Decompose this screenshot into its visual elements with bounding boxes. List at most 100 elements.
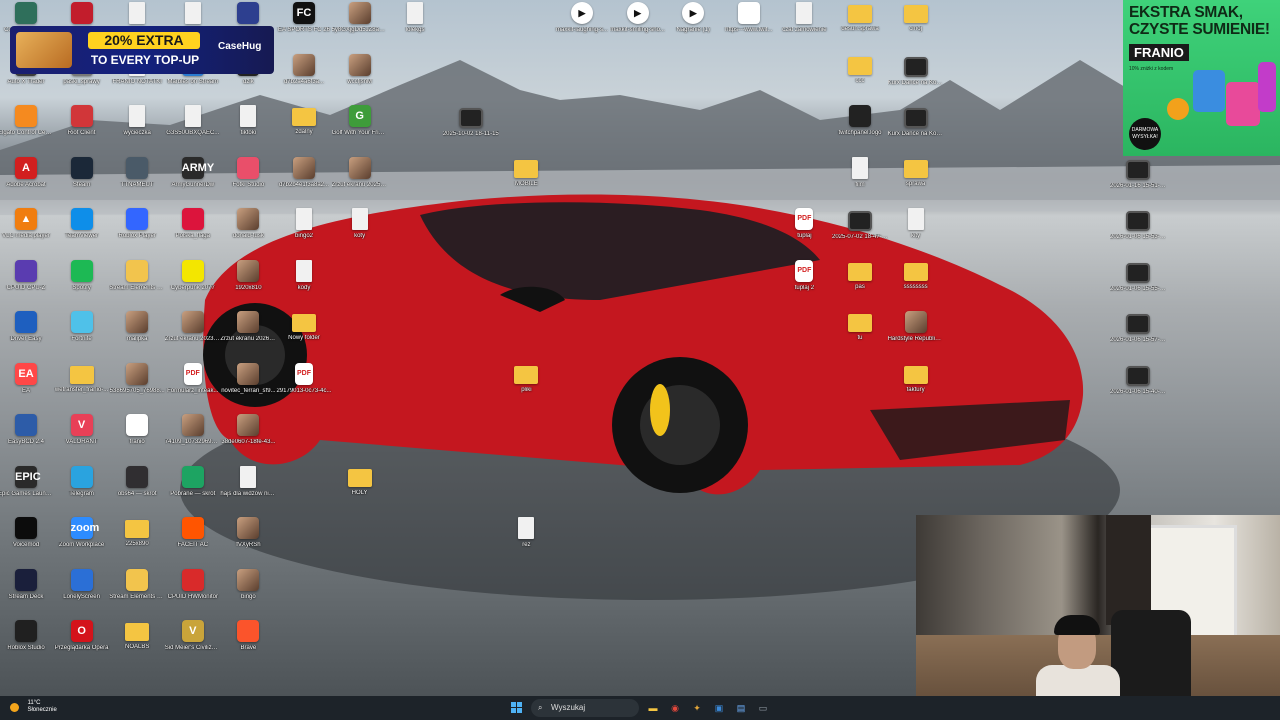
- terminal-taskbar-button[interactable]: ▣: [711, 700, 727, 716]
- desktop-icon[interactable]: 38de0607-18fe-43...: [220, 414, 276, 466]
- desktop-icon[interactable]: Fotki Studio: [220, 156, 276, 209]
- desktop-icon[interactable]: Stream Elements SE.Live: [109, 259, 165, 312]
- desktop-icon[interactable]: Roblox Player: [109, 208, 165, 260]
- desktop-icon[interactable]: Zrzut ekranu 2025-01-19 021722: [332, 156, 388, 209]
- desktop-icon[interactable]: 225x890: [109, 517, 165, 569]
- desktop-icon[interactable]: czat zamowienie: [776, 2, 832, 54]
- desktop-icon[interactable]: 2026-01-16 15-51-29: [1110, 157, 1166, 209]
- desktop-icon[interactable]: 538695705_76988...: [109, 362, 165, 415]
- desktop-icon[interactable]: 2026-01-06 15-53-43: [1110, 208, 1166, 260]
- desktop-icon[interactable]: 2025-07-02 18-47-41: [832, 208, 888, 260]
- desktop-icon[interactable]: CPUID HWMonitor: [165, 568, 221, 621]
- desktop-icon[interactable]: 2025-10-02 18-11-15: [443, 105, 499, 157]
- desktop-icon[interactable]: twitchpanel.logo: [832, 105, 888, 157]
- desktop-icon[interactable]: PDF tuplaj: [776, 208, 832, 260]
- desktop-icon[interactable]: kody: [276, 259, 332, 312]
- desktop-icon[interactable]: desun.sprawa: [832, 2, 888, 54]
- desktop-icon[interactable]: d7b2b4e1f3a8a2...: [276, 156, 332, 209]
- start-button[interactable]: [511, 702, 523, 714]
- desktop-icon[interactable]: A Adobe Acrobat: [0, 156, 54, 209]
- notes-taskbar-button[interactable]: ▤: [733, 700, 749, 716]
- desktop-icon[interactable]: Kurx Dance na Koncie (mark...): [888, 105, 944, 157]
- file-explorer-taskbar-button[interactable]: ▬: [645, 700, 661, 716]
- desktop-icon[interactable]: koty: [332, 208, 388, 260]
- desktop-icon[interactable]: Zrzut ekranu 2023-12-18 205224: [165, 311, 221, 363]
- desktop-icon[interactable]: 2026-01-06 15-55-25: [1110, 260, 1166, 312]
- desktop-icon[interactable]: PDF 29179013-0c73-4c...: [276, 362, 332, 415]
- franio-ad-banner[interactable]: EKSTRA SMAK, CZYSTE SUMIENIE! FRANIO 10%…: [1123, 0, 1280, 156]
- desktop-icon[interactable]: 1920x810: [220, 259, 276, 312]
- desktop-icon[interactable]: G3S50UBXQAEC...: [165, 105, 221, 157]
- desktop-icon[interactable]: PDF tuplaj 2: [776, 259, 832, 312]
- desktop-icon[interactable]: 74109_1073296993...: [165, 414, 221, 466]
- desktop-icon[interactable]: V Sid Meier's Civilization V: [165, 620, 221, 672]
- desktop-icon[interactable]: bingo: [220, 568, 276, 621]
- desktop-icon[interactable]: ssssssss: [888, 260, 944, 312]
- desktop-icon[interactable]: ▲ VLC media player: [0, 208, 54, 260]
- desktop-icon[interactable]: EA EA: [0, 362, 54, 415]
- desktop-icon[interactable]: Stream Elements SE.Live: [109, 568, 165, 621]
- desktop-icon[interactable]: Elgato Control Center: [0, 105, 54, 157]
- desktop-icon[interactable]: ▶ maxkit-laughing-s...: [554, 2, 610, 54]
- desktop-icon[interactable]: Steam: [54, 156, 110, 209]
- desktop-icon[interactable]: franio: [109, 414, 165, 466]
- desktop-icon[interactable]: PDF Formularz_inteak...: [165, 362, 221, 415]
- desktop-icon[interactable]: MOBILE: [498, 157, 554, 209]
- desktop-icon[interactable]: EasyBCD 2.4: [0, 414, 54, 466]
- desktop-icon[interactable]: kity: [888, 208, 944, 260]
- desktop-icon[interactable]: ▶ Nagranie (1): [665, 2, 721, 54]
- monitor-taskbar-button[interactable]: ▭: [755, 700, 771, 716]
- desktop-icon[interactable]: faktury: [888, 363, 944, 415]
- desktop-icon[interactable]: film: [832, 156, 888, 209]
- desktop-icon[interactable]: Roblox Studio: [0, 620, 54, 672]
- desktop-icon[interactable]: tiktoki: [220, 105, 276, 157]
- desktop-icon[interactable]: malipka: [109, 311, 165, 363]
- desktop-icon[interactable]: wycieczka: [109, 105, 165, 157]
- desktop-icon[interactable]: Cyberpunk 2077: [165, 259, 221, 312]
- taskbar-search[interactable]: ⌕ Wyszukaj: [531, 699, 639, 717]
- desktop-icon[interactable]: 5y8GXjgDd5JZ8aS...: [332, 2, 388, 54]
- desktop-icon[interactable]: Pobrane — skrót: [165, 465, 221, 518]
- desktop-icon[interactable]: wccfjsnM: [332, 53, 388, 106]
- casehug-ad-banner[interactable]: 20% EXTRA TO EVERY TOP-UP CaseHug: [10, 26, 274, 74]
- desktop-icon[interactable]: ▶ maxkit-smiling-sho...: [610, 2, 666, 54]
- desktop-icon[interactable]: 2026-01-06 15-40-13: [1110, 363, 1166, 415]
- desktop-icon[interactable]: zdalny: [276, 105, 332, 157]
- desktop-icon[interactable]: fVXyRSh: [220, 517, 276, 569]
- desktop-icon[interactable]: V VALORANT: [54, 414, 110, 466]
- desktop-icon[interactable]: FACEIT AC: [165, 517, 221, 569]
- desktop-icon[interactable]: HOLY: [332, 466, 388, 518]
- weather-widget[interactable]: 11°C Słonecznie: [10, 700, 57, 718]
- desktop-icon[interactable]: https---www.twit...: [721, 2, 777, 54]
- desktop-icon[interactable]: sprawa: [888, 157, 944, 209]
- desktop-icon[interactable]: Telegram: [54, 465, 110, 518]
- desktop-icon[interactable]: Riot Client: [54, 105, 110, 157]
- desktop-icon[interactable]: lolekgs: [387, 2, 443, 54]
- desktop-icon[interactable]: Voicemod: [0, 517, 54, 569]
- desktop-icon[interactable]: Fortnite: [54, 311, 110, 363]
- desktop-icon[interactable]: Hardstyle Republic Nervarien - One day: [888, 311, 944, 363]
- desktop-icon[interactable]: Stream Deck: [0, 568, 54, 621]
- desktop-icon[interactable]: Driver Easy: [0, 311, 54, 363]
- desktop-icon[interactable]: Kurx Dance na Koncie: [888, 54, 944, 106]
- desktop-icon[interactable]: G Golf With Your Friends: [332, 105, 388, 157]
- desktop-icon[interactable]: pas: [832, 260, 888, 312]
- app-taskbar-button[interactable]: ✦: [689, 700, 705, 716]
- desktop-icon[interactable]: donald-tusk: [220, 208, 276, 260]
- desktop-icon[interactable]: ccc: [832, 54, 888, 106]
- desktop-icon[interactable]: novitec_ferrari_sf9...: [220, 362, 276, 415]
- desktop-icon[interactable]: ARMY ArmyGunnerDw: [165, 156, 221, 209]
- desktop-icon[interactable]: TTNAMEUT: [109, 156, 165, 209]
- desktop-icon[interactable]: LonelyScreen: [54, 568, 110, 621]
- desktop-icon[interactable]: cmoj: [888, 2, 944, 54]
- desktop-icon[interactable]: CPUID CPU-Z: [0, 259, 54, 312]
- desktop-icon[interactable]: Zrzut ekranu 2026-01-17 132350: [220, 311, 276, 363]
- desktop-icon[interactable]: 2026-01-06 15-57-29: [1110, 311, 1166, 363]
- desktop-icon[interactable]: Polska_flaga: [165, 208, 221, 260]
- desktop-icon[interactable]: Brave: [220, 620, 276, 672]
- desktop-icon[interactable]: O Przeglądarka Opera: [54, 620, 110, 672]
- desktop-icon[interactable]: pliki: [498, 363, 554, 415]
- desktop-icon[interactable]: wetransfer_franio-...: [54, 363, 110, 415]
- chrome-taskbar-button[interactable]: ◉: [667, 700, 683, 716]
- desktop-icon[interactable]: zoom Zoom Workplace: [54, 517, 110, 569]
